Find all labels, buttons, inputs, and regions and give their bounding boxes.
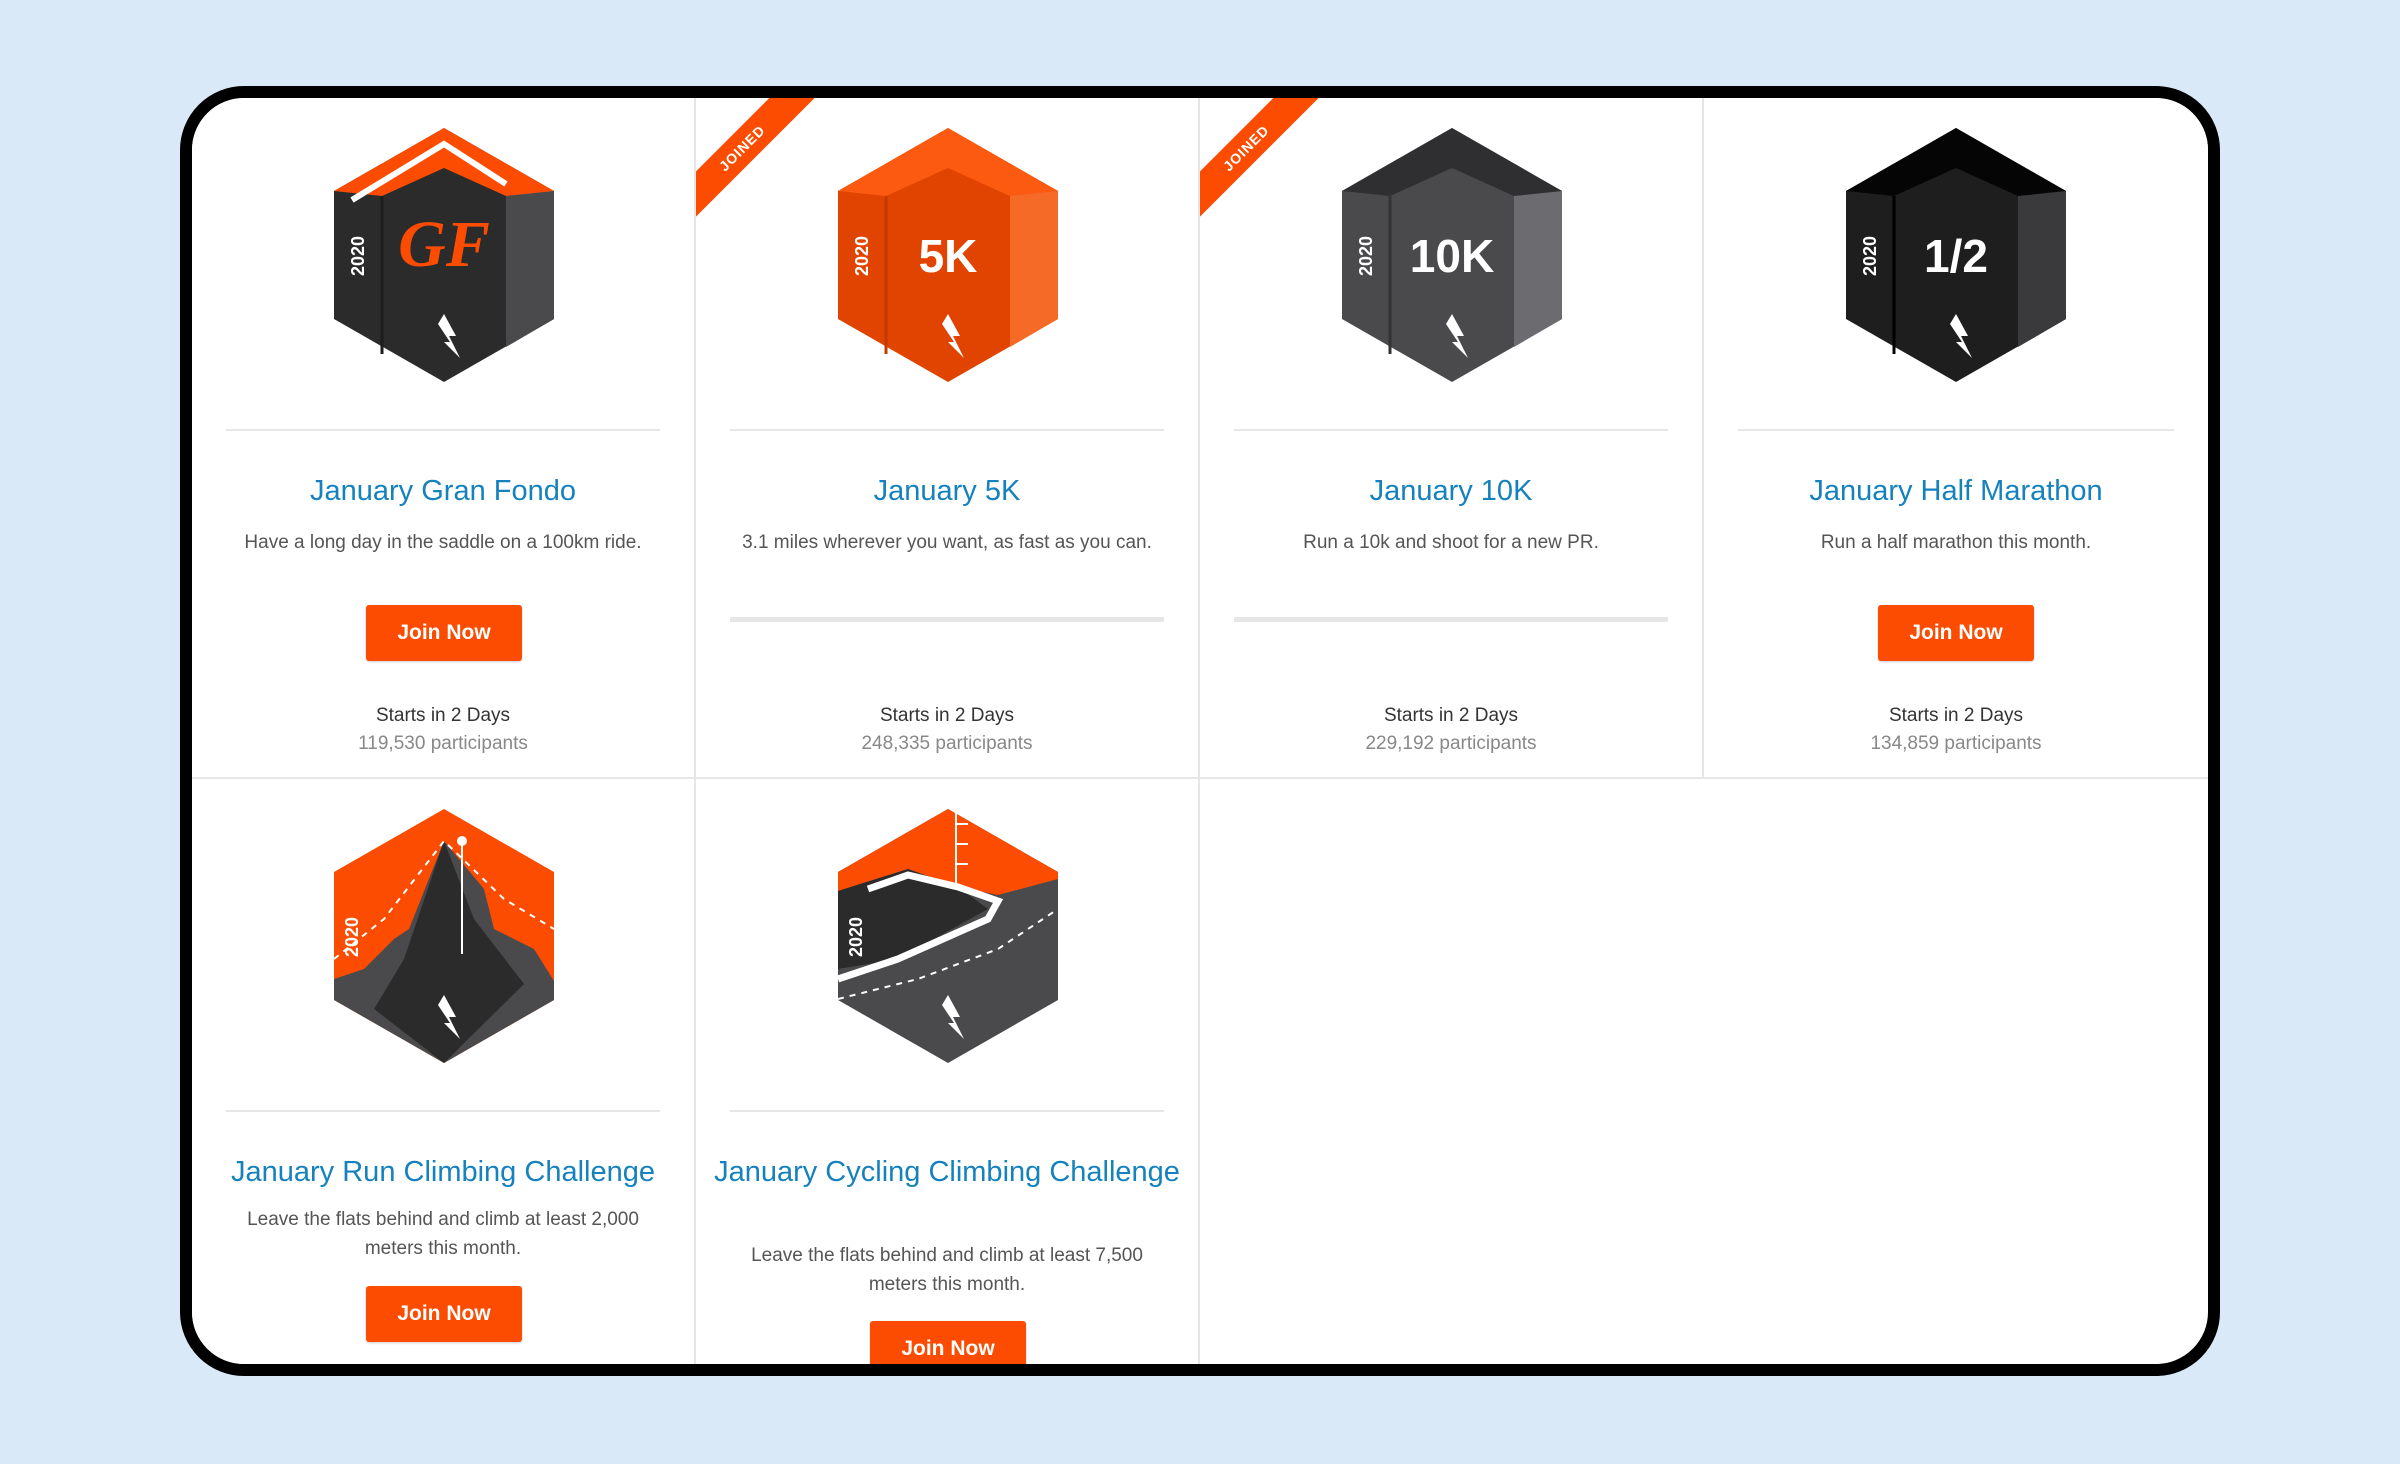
challenge-title[interactable]: January Run Climbing Challenge <box>202 1154 684 1190</box>
badge-year: 2020 <box>1860 236 1880 276</box>
challenge-description: Leave the flats behind and climb at leas… <box>247 1209 639 1259</box>
run-climbing-badge[interactable]: 2020 <box>334 809 554 1063</box>
badge-label: GF <box>398 208 490 281</box>
divider <box>1738 429 2174 431</box>
join-now-button[interactable]: Join Now <box>366 605 522 661</box>
joined-progress-bar <box>730 617 1164 622</box>
starts-text: Starts in 2 Days <box>879 705 1015 726</box>
challenges-window: GF 2020 January Gran Fondo Have a long d… <box>180 86 2220 1376</box>
participants-count: 119,530 participants <box>358 733 528 754</box>
badge-year: 2020 <box>852 236 872 276</box>
badge-label: 10K <box>1410 230 1494 282</box>
challenge-title[interactable]: January Cycling Climbing Challenge <box>706 1154 1188 1190</box>
divider <box>226 1110 660 1112</box>
badge-year: 2020 <box>1356 236 1376 276</box>
join-now-button[interactable]: Join Now <box>1878 605 2034 661</box>
gran-fondo-badge[interactable]: GF 2020 <box>334 128 554 382</box>
5k-badge[interactable]: 5K 2020 <box>838 128 1058 382</box>
challenge-card-half-marathon[interactable]: 1/2 2020 January Half Marathon Run a hal… <box>1704 98 2208 779</box>
joined-progress-bar <box>1234 617 1668 622</box>
challenge-description: Run a 10k and shoot for a new PR. <box>1303 532 1599 553</box>
challenge-title[interactable]: January Half Marathon <box>1714 473 2198 509</box>
challenge-description: Run a half marathon this month. <box>1820 532 2092 553</box>
challenge-card-5k[interactable]: JOINED 5K 2020 January 5K 3.1 miles wher… <box>696 98 1200 779</box>
challenge-card-gran-fondo[interactable]: GF 2020 January Gran Fondo Have a long d… <box>192 98 696 779</box>
challenge-description: Leave the flats behind and climb at leas… <box>751 1245 1143 1295</box>
badge-year: 2020 <box>342 917 362 957</box>
challenge-card-run-climbing[interactable]: 2020 January Run Climbing Challenge Leav… <box>192 779 696 1364</box>
participants-count: 248,335 participants <box>861 733 1033 754</box>
cycling-climbing-badge[interactable]: 2020 <box>838 809 1058 1063</box>
half-marathon-badge[interactable]: 1/2 2020 <box>1846 128 2066 382</box>
join-now-button[interactable]: Join Now <box>366 1286 522 1342</box>
join-now-button[interactable]: Join Now <box>870 1321 1026 1364</box>
badge-label: 5K <box>919 230 978 282</box>
badge-year: 2020 <box>846 917 866 957</box>
starts-text: Starts in 2 Days <box>1383 705 1519 726</box>
challenge-card-10k[interactable]: JOINED 10K 2020 January 10K Run a 10k an… <box>1200 98 1704 779</box>
participants-count: 229,192 participants <box>1365 733 1537 754</box>
starts-text: Starts in 2 Days <box>375 705 511 726</box>
divider <box>226 429 660 431</box>
challenge-title[interactable]: January 10K <box>1210 473 1692 509</box>
challenge-description: Have a long day in the saddle on a 100km… <box>244 532 642 553</box>
divider <box>1234 429 1668 431</box>
participants-count: 134,859 participants <box>1870 733 2042 754</box>
10k-badge[interactable]: 10K 2020 <box>1342 128 1562 382</box>
joined-ribbon: JOINED <box>696 98 826 228</box>
challenge-title[interactable]: January 5K <box>706 473 1188 509</box>
challenge-card-cycling-climbing[interactable]: 2020 January Cycling Climbing Challenge … <box>696 779 1200 1364</box>
challenge-title[interactable]: January Gran Fondo <box>202 473 684 509</box>
joined-ribbon: JOINED <box>1200 98 1330 228</box>
starts-text: Starts in 2 Days <box>1888 705 2024 726</box>
badge-label: 1/2 <box>1924 230 1988 282</box>
challenge-description: 3.1 miles wherever you want, as fast as … <box>742 532 1152 553</box>
divider <box>730 1110 1164 1112</box>
badge-year: 2020 <box>348 236 368 276</box>
divider <box>730 429 1164 431</box>
